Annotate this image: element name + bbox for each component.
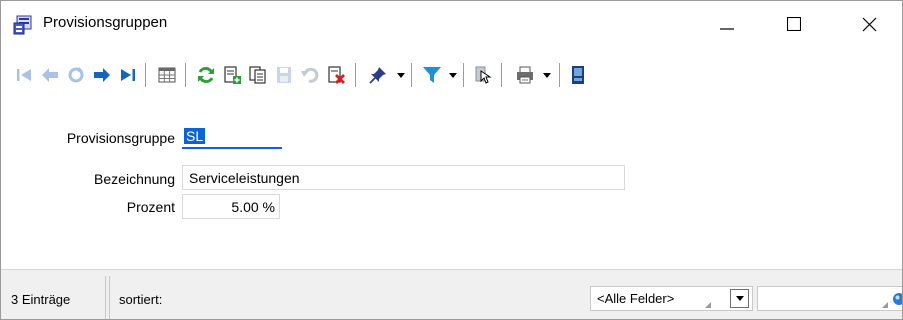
window-title: Provisionsgruppen: [43, 14, 168, 31]
toolbar-separator: [559, 63, 560, 87]
title-bar: Provisionsgruppen: [1, 1, 902, 47]
prozent-label: Prozent: [126, 199, 175, 215]
minimize-button[interactable]: [704, 1, 750, 47]
sort-label: sortiert:: [119, 292, 163, 307]
window: Provisionsgruppen Provisionsgruppe SL Be…: [0, 0, 903, 320]
toolbar-separator: [355, 63, 356, 87]
record-count: 3 Einträge: [11, 292, 71, 307]
search-icon[interactable]: [891, 291, 903, 307]
copy-record-icon: [249, 66, 266, 84]
status-bar: 3 Einträge sortiert: <Alle Felder>: [1, 269, 902, 319]
print-button[interactable]: [511, 57, 539, 93]
resize-grip-icon: [705, 302, 711, 308]
bezeichnung-value: Serviceleistungen: [189, 170, 300, 186]
toolbar-separator: [185, 63, 186, 87]
chevron-down-icon: [735, 296, 744, 301]
close-icon: [862, 17, 876, 31]
first-record-button[interactable]: [11, 57, 37, 93]
new-record-button[interactable]: [219, 57, 245, 93]
close-button[interactable]: [846, 1, 892, 47]
reload-icon: [198, 66, 214, 84]
resize-grip-icon: [882, 302, 888, 308]
undo-button[interactable]: [297, 57, 323, 93]
export-button[interactable]: [469, 57, 495, 93]
chevron-down-icon: [397, 72, 405, 78]
save-icon: [277, 67, 291, 83]
undo-icon: [301, 67, 319, 83]
pin-dropdown-button[interactable]: [395, 57, 407, 93]
save-button[interactable]: [271, 57, 297, 93]
last-record-icon: [121, 69, 135, 81]
print-icon: [517, 66, 533, 84]
delete-button[interactable]: [323, 57, 349, 93]
refresh-disabled-button[interactable]: [63, 57, 89, 93]
toolbar-separator: [145, 63, 146, 87]
provisionsgruppe-input[interactable]: SL: [182, 125, 282, 149]
toolbar-separator: [463, 63, 464, 87]
minimize-icon: [720, 28, 734, 30]
app-icon: [13, 15, 32, 35]
table-view-button[interactable]: [153, 57, 181, 93]
prozent-value: 5.00 %: [231, 199, 275, 215]
last-record-button[interactable]: [115, 57, 141, 93]
maximize-button[interactable]: [771, 1, 817, 47]
next-record-button[interactable]: [89, 57, 115, 93]
bezeichnung-input[interactable]: Serviceleistungen: [182, 165, 625, 190]
bezeichnung-label: Bezeichnung: [94, 171, 175, 187]
field-select[interactable]: <Alle Felder>: [590, 286, 753, 311]
previous-record-button[interactable]: [37, 57, 63, 93]
filter-button[interactable]: [419, 57, 445, 93]
search-input[interactable]: [757, 286, 902, 311]
filter-dropdown-button[interactable]: [447, 57, 459, 93]
chevron-down-icon: [543, 72, 551, 78]
provisionsgruppe-value: SL: [184, 128, 206, 144]
provisionsgruppe-label: Provisionsgruppe: [66, 130, 175, 146]
copy-record-button[interactable]: [245, 57, 271, 93]
print-dropdown-button[interactable]: [541, 57, 553, 93]
new-record-icon: [224, 66, 241, 84]
filter-icon: [423, 67, 441, 83]
pin-icon: [369, 67, 386, 84]
toolbar-separator: [501, 63, 502, 87]
reload-button[interactable]: [193, 57, 219, 93]
next-record-icon: [94, 68, 110, 82]
first-record-icon: [17, 69, 31, 81]
chevron-down-icon: [449, 72, 457, 78]
pin-button[interactable]: [365, 57, 391, 93]
refresh-disabled-icon: [68, 67, 84, 83]
exit-button[interactable]: [565, 57, 591, 93]
status-divider: [109, 276, 110, 319]
status-divider: [105, 276, 106, 319]
field-select-value: <Alle Felder>: [597, 291, 675, 306]
export-icon: [475, 66, 492, 84]
table-view-icon: [158, 67, 176, 83]
prozent-input[interactable]: 5.00 %: [182, 194, 280, 219]
field-select-dropdown-button[interactable]: [730, 289, 749, 308]
maximize-icon: [787, 17, 801, 31]
toolbar-separator: [411, 63, 412, 87]
toolbar: [1, 57, 902, 93]
previous-record-icon: [42, 68, 58, 82]
exit-icon: [572, 66, 584, 84]
delete-icon: [328, 66, 345, 84]
